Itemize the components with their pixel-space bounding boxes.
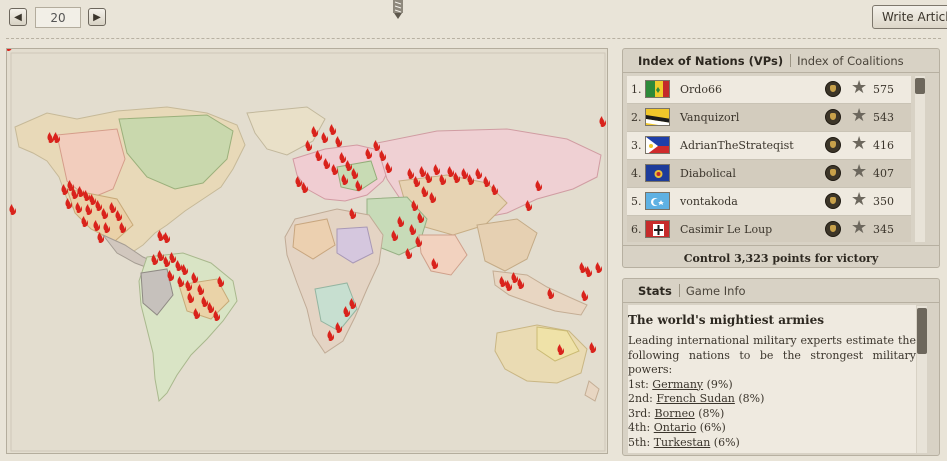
player-name[interactable]: Ordo66 <box>680 83 722 96</box>
victory-points: 350 <box>873 195 894 208</box>
ranking-place: 2nd: <box>628 392 653 405</box>
stats-panel: Stats Game Info The world's mightiest arm… <box>622 278 940 456</box>
medal-icon <box>825 109 841 125</box>
army-ranking-item: 3rd: Borneo (8%) <box>628 407 916 422</box>
country-link[interactable]: Turkestan <box>654 436 711 449</box>
country-link[interactable]: Borneo <box>655 407 695 420</box>
rank-number: 5. <box>631 195 642 208</box>
tab-divider <box>678 284 680 297</box>
scrollbar-thumb[interactable] <box>915 78 925 94</box>
victory-points: 543 <box>873 111 894 124</box>
nation-flag <box>645 220 670 238</box>
nation-flag <box>645 192 670 210</box>
day-display: 20 <box>35 7 81 28</box>
ranking-share: (6%) <box>713 435 740 449</box>
ranking-place: 4th: <box>628 421 651 434</box>
star-icon: ★ <box>851 77 868 98</box>
rank-number: 1. <box>631 83 642 96</box>
scrollbar-thumb[interactable] <box>917 308 927 354</box>
star-icon: ★ <box>851 161 868 182</box>
country-link[interactable]: Ontario <box>654 421 696 434</box>
medal-icon <box>825 137 841 153</box>
tab-index-of-coalitions[interactable]: Index of Coalitions <box>797 54 904 68</box>
victory-points: 407 <box>873 167 894 180</box>
stats-heading: The world's mightiest armies <box>628 313 825 327</box>
stats-intro: Leading international military experts e… <box>628 334 916 376</box>
player-name[interactable]: Diabolical <box>680 167 736 180</box>
victory-points: 416 <box>873 139 894 152</box>
list-item[interactable]: 3. AdrianTheStrateqist ★ 416 <box>627 132 911 160</box>
ranking-share: (9%) <box>706 377 733 391</box>
top-toolbar: ◀ 20 ▶ Write Article <box>0 0 947 38</box>
ranking-place: 3rd: <box>628 406 652 420</box>
list-item[interactable]: 6. Casimir Le Loup ★ 345 <box>627 216 911 242</box>
rank-number: 4. <box>631 167 642 180</box>
nation-flag <box>645 136 670 154</box>
army-ranking-item: 1st: Germany (9%) <box>628 378 916 393</box>
arrow-left-icon[interactable]: ◀ <box>9 8 27 26</box>
star-icon: ★ <box>851 133 868 154</box>
ranking-share: (8%) <box>738 392 765 405</box>
stats-tabs: Stats Game Info <box>623 279 939 303</box>
nations-list[interactable]: 1. Ordo66 ★ 575 2. Vanquizorl ★ 543 3. A… <box>627 76 911 242</box>
nation-flag <box>645 80 670 98</box>
tab-index-of-nations[interactable]: Index of Nations (VPs) <box>638 54 783 68</box>
country-link[interactable]: French Sudan <box>656 392 735 405</box>
arrow-right-icon[interactable]: ▶ <box>88 8 106 26</box>
nations-panel: Index of Nations (VPs) Index of Coalition… <box>622 48 940 268</box>
player-name[interactable]: AdrianTheStrateqist <box>680 139 794 152</box>
tab-game-info[interactable]: Game Info <box>686 284 746 298</box>
flag-pin-icon <box>393 0 403 19</box>
ranking-share: (8%) <box>698 406 725 420</box>
nation-flag <box>645 108 670 126</box>
army-ranking-item: 5th: Turkestan (6%) <box>628 436 916 451</box>
stats-content: The world's mightiest armies Leading int… <box>628 305 916 453</box>
player-name[interactable]: vontakoda <box>680 195 738 208</box>
tab-divider <box>790 54 792 67</box>
rank-number: 6. <box>631 223 642 236</box>
victory-condition: Control 3,323 points for victory <box>623 245 939 265</box>
world-map-canvas[interactable] <box>7 49 608 454</box>
stats-scrollbar[interactable] <box>917 306 927 453</box>
star-icon: ★ <box>851 217 868 238</box>
medal-icon <box>825 165 841 181</box>
player-name[interactable]: Vanquizorl <box>680 111 739 124</box>
ranking-place: 1st: <box>628 377 649 391</box>
country-link[interactable]: Germany <box>652 378 703 391</box>
player-name[interactable]: Casimir Le Loup <box>680 223 772 236</box>
rank-number: 3. <box>631 139 642 152</box>
medal-icon <box>825 193 841 209</box>
divider <box>6 38 941 39</box>
medal-icon <box>825 81 841 97</box>
list-item[interactable]: 4. Diabolical ★ 407 <box>627 160 911 188</box>
write-article-button[interactable]: Write Article <box>872 5 947 29</box>
list-item[interactable]: 2. Vanquizorl ★ 543 <box>627 104 911 132</box>
army-ranking-item: 4th: Ontario (6%) <box>628 421 916 436</box>
star-icon: ★ <box>851 189 868 210</box>
medal-icon <box>825 221 841 237</box>
victory-points: 345 <box>873 223 894 236</box>
nations-scrollbar[interactable] <box>915 76 925 242</box>
tab-stats[interactable]: Stats <box>638 284 672 298</box>
list-item[interactable]: 5. vontakoda ★ 350 <box>627 188 911 216</box>
nation-flag <box>645 164 670 182</box>
world-map[interactable] <box>6 48 608 454</box>
army-ranking-item: 2nd: French Sudan (8%) <box>628 392 916 407</box>
star-icon: ★ <box>851 105 868 126</box>
victory-points: 575 <box>873 83 894 96</box>
nations-tabs: Index of Nations (VPs) Index of Coalition… <box>623 49 939 73</box>
rank-number: 2. <box>631 111 642 124</box>
list-item[interactable]: 1. Ordo66 ★ 575 <box>627 76 911 104</box>
ranking-share: (6%) <box>699 421 726 434</box>
ranking-place: 5th: <box>628 435 651 449</box>
